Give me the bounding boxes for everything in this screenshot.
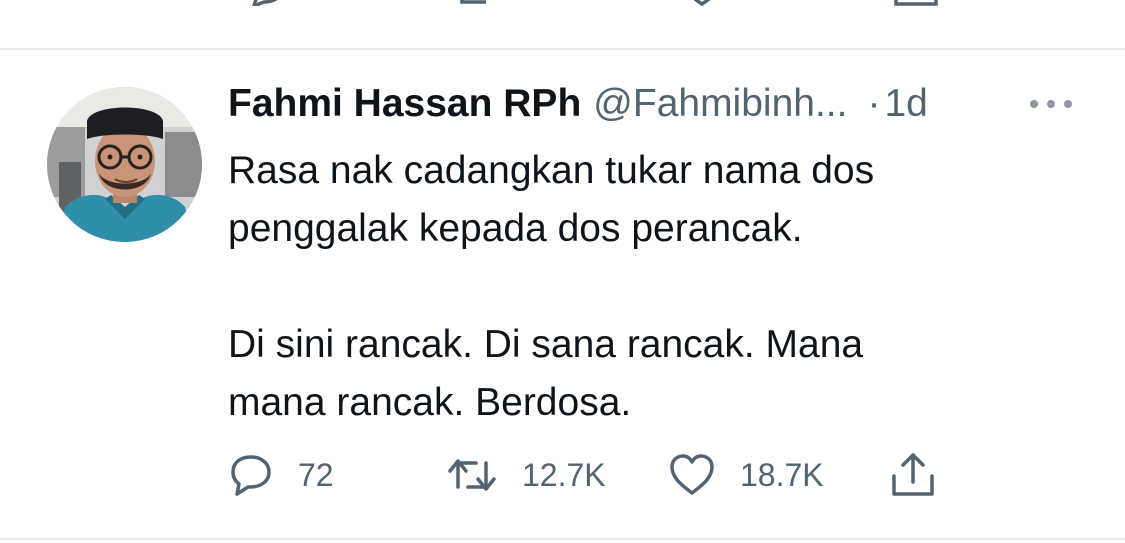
tweet-text: Rasa nak cadangkan tukar nama dos pengga… — [228, 142, 1048, 432]
retweet-count: 12.7K — [522, 456, 606, 493]
profile-photo — [47, 87, 202, 242]
tweet-header: Fahmi Hassan RPh @Fahmibinh... · 1d — [228, 82, 928, 132]
like-icon[interactable] — [680, 0, 724, 6]
like-button[interactable]: 18.7K — [668, 450, 824, 500]
tweet-text-line: mana rancak. Berdosa. — [228, 381, 632, 424]
like-count: 18.7K — [740, 456, 824, 493]
more-options-button[interactable] — [1028, 94, 1074, 114]
avatar[interactable] — [47, 87, 202, 242]
retweet-button[interactable]: 12.7K — [446, 450, 606, 500]
tweet-actions: 72 12.7K 18.7K — [228, 450, 948, 500]
reply-count: 72 — [298, 456, 334, 493]
reply-button[interactable]: 72 — [228, 450, 334, 500]
share-icon — [892, 453, 934, 496]
tweet[interactable]: Fahmi Hassan RPh @Fahmibinh... · 1d Rasa… — [0, 50, 1125, 538]
reply-icon — [231, 455, 271, 496]
heart-icon — [670, 454, 714, 495]
timestamp[interactable]: 1d — [884, 82, 927, 126]
share-button[interactable] — [888, 450, 938, 500]
retweet-icon[interactable] — [456, 0, 500, 6]
more-options-icon — [1030, 100, 1072, 108]
tweet-text-line: penggalak kepada dos perancak. — [228, 207, 803, 250]
display-name[interactable]: Fahmi Hassan RPh — [228, 82, 581, 126]
bottom-divider — [0, 538, 1125, 540]
share-icon[interactable] — [892, 0, 940, 6]
reply-icon[interactable] — [246, 0, 286, 6]
previous-tweet-actions — [0, 0, 1125, 6]
retweet-icon — [448, 459, 496, 491]
tweet-text-line: Rasa nak cadangkan tukar nama dos — [228, 149, 875, 192]
separator-dot: · — [867, 82, 881, 125]
tweet-text-line: Di sini rancak. Di sana rancak. Mana — [228, 323, 864, 366]
user-handle[interactable]: @Fahmibinh... — [593, 82, 847, 126]
